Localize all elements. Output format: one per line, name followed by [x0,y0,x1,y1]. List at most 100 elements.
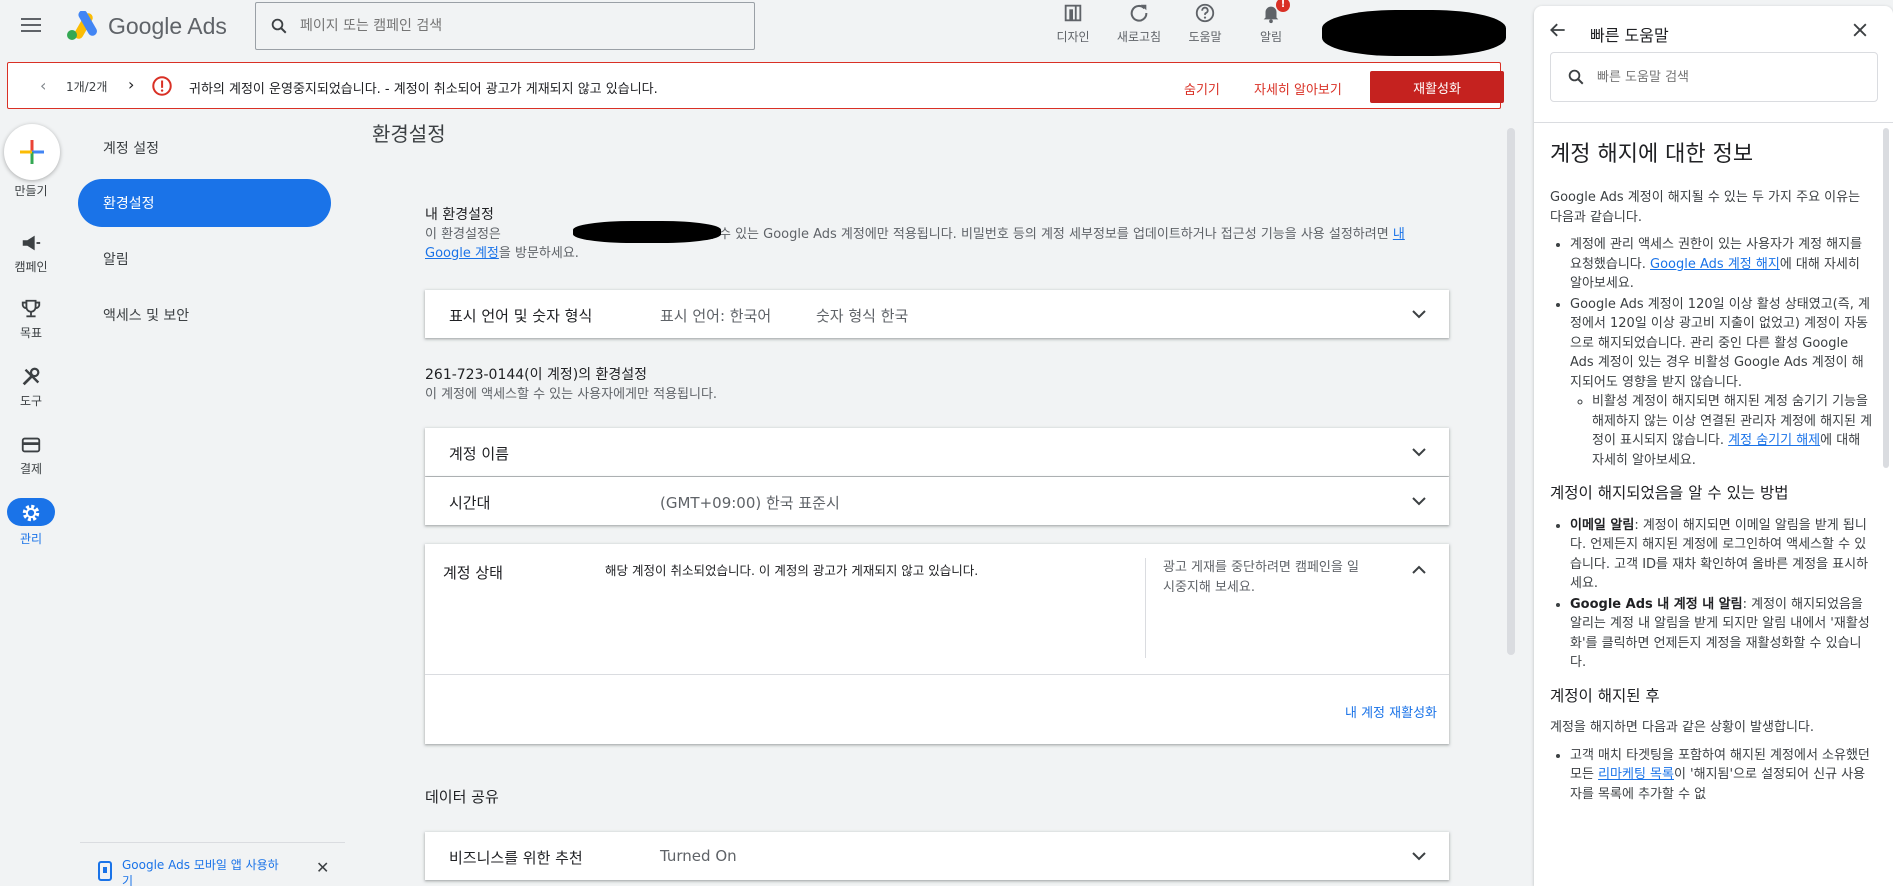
rail-item-campaigns[interactable]: 캠페인 [0,232,62,274]
error-icon [152,76,172,96]
help-icon [1195,3,1215,23]
google-ads-logo-icon [67,11,97,40]
subnav-label: 환경설정 [103,196,155,212]
subnav-item-access-security[interactable]: 액세스 및 보안 [78,291,331,339]
desc-part-a: 이 환경설정은 [425,227,501,242]
alert-message: 귀하의 계정이 운영중지되었습니다. - 계정이 취소되어 광고가 게재되지 않… [189,82,658,97]
credit-card-icon [21,437,41,453]
status-footer-divider [425,674,1449,675]
page-title: 환경설정 [372,122,446,146]
account-status-card: 계정 상태 해당 계정이 취소되었습니다. 이 계정의 광고가 게재되지 않고 … [425,544,1449,744]
search-icon [271,18,287,34]
top-header: Google Ads 디자인 새로고침 도움말 ! 알림 [0,0,1528,56]
rail-label-tools: 도구 [19,394,43,408]
list-item: 비활성 계정이 해지되면 해지된 계정 숨기기 기능을 해제하지 않는 이상 연… [1592,392,1875,470]
notifications-button[interactable]: ! 알림 [1238,0,1304,45]
mobile-app-promo[interactable]: Google Ads 모바일 앱 사용하기 ✕ [80,842,345,886]
notifications-label: 알림 [1259,30,1283,44]
reason2-text: Google Ads 계정이 120일 이상 활성 상태였고(즉, 계정에서 1… [1570,296,1870,390]
chevron-up-icon[interactable] [1411,562,1427,578]
business-recommendations-row[interactable]: 비즈니스를 위한 추천 Turned On [425,832,1449,880]
list-item: 고객 매치 타겟팅을 포함하여 해지된 계정에서 소유했던 모든 리마케팅 목록… [1570,746,1875,805]
refresh-button[interactable]: 새로고침 [1106,2,1172,45]
google-ads-app: Google Ads 디자인 새로고침 도움말 ! 알림 [0,0,1893,886]
header-actions: 디자인 새로고침 도움말 ! 알림 [1040,0,1304,45]
timezone-card[interactable]: 시간대 (GMT+09:00) 한국 표준시 [425,477,1449,525]
cancel-account-link[interactable]: Google Ads 계정 해지 [1650,257,1780,272]
language-format-row[interactable]: 표시 언어 및 숫자 형식 표시 언어: 한국어 숫자 형식 한국 [425,290,1449,338]
redacted-email [573,221,721,243]
alert-learn-more-link[interactable]: 자세히 알아보기 [1254,79,1342,98]
mobile-phone-icon [98,861,112,881]
close-icon[interactable] [1850,20,1870,40]
quick-help-search-input[interactable] [1597,69,1857,85]
help-after-list: 고객 매치 타겟팅을 포함하여 해지된 계정에서 소유했던 모든 리마케팅 목록… [1550,746,1875,805]
subnav-item-notifications[interactable]: 알림 [78,235,331,283]
rail-label-campaigns: 캠페인 [14,260,48,274]
account-name-card[interactable]: 계정 이름 [425,428,1449,476]
timezone-row[interactable]: 시간대 (GMT+09:00) 한국 표준시 [425,477,1449,525]
main-menu-button[interactable] [18,14,44,40]
remarketing-lists-link[interactable]: 리마케팅 목록 [1598,767,1674,782]
help-scrollbar[interactable] [1883,128,1889,468]
chevron-left-icon[interactable]: ‹ [40,76,46,95]
menu-icon-bar [21,30,41,32]
my-preferences-heading: 내 환경설정 [425,207,494,223]
desc-part-b: 서 액세스할 수 있는 Google Ads 계정에만 적용됩니다. 비밀번호 … [650,227,1393,242]
create-label: 만들기 [14,184,48,198]
rail-item-billing[interactable]: 결제 [0,434,62,476]
language-format-card[interactable]: 표시 언어 및 숫자 형식 표시 언어: 한국어 숫자 형식 한국 [425,290,1449,338]
appearance-button[interactable]: 디자인 [1040,2,1106,45]
subnav-item-account-settings[interactable]: 계정 설정 [78,124,331,172]
account-preferences-heading: 261-723-0144(이 계정)의 환경설정 [425,367,648,383]
app-title: Google Ads [108,12,227,39]
google-ads-logo[interactable]: Google Ads [66,11,227,41]
status-divider [1145,558,1146,658]
help-reasons-list: 계정에 관리 액세스 권한이 있는 사용자가 계정 해지를 요청했습니다. Go… [1550,235,1875,470]
account-status-hint: 광고 게재를 중단하려면 캠페인을 일시중지해 보세요. [1163,560,1359,595]
account-name-row[interactable]: 계정 이름 [425,428,1449,476]
number-format-value: 숫자 형식 한국 [816,307,909,325]
page-search[interactable] [255,2,755,50]
chevron-down-icon [1412,852,1426,861]
account-preferences-description: 이 계정에 액세스할 수 있는 사용자에게만 적용됩니다. [425,387,718,402]
search-icon [1568,69,1584,85]
help-after-heading: 계정이 해지된 후 [1550,686,1660,705]
refresh-icon [1130,4,1148,22]
business-recommendations-card[interactable]: 비즈니스를 위한 추천 Turned On [425,832,1449,880]
trophy-icon [21,299,41,318]
help-button[interactable]: 도움말 [1172,2,1238,45]
subnav-label: 액세스 및 보안 [103,308,190,324]
timezone-title: 시간대 [449,494,491,512]
rail-item-goals[interactable]: 목표 [0,298,62,340]
chevron-down-icon [1412,497,1426,506]
menu-icon-bar [21,18,41,20]
arrow-back-icon[interactable] [1548,20,1568,40]
quick-help-panel: 빠른 도움말 계정 해지에 대한 정보 Google Ads 계정이 해지될 수… [1534,6,1893,886]
refresh-label: 새로고침 [1116,30,1162,44]
language-format-title: 표시 언어 및 숫자 형식 [449,307,593,325]
page-search-input[interactable] [300,18,720,34]
reactivate-button[interactable]: 재활성화 [1370,71,1504,103]
chevron-down-icon [1412,448,1426,457]
account-switcher-redacted[interactable] [1322,10,1506,56]
close-icon[interactable]: ✕ [316,858,329,877]
rail-item-tools[interactable]: 도구 [0,366,62,408]
help-intro: Google Ads 계정이 해지될 수 있는 두 가지 주요 이유는 다음과 … [1550,190,1861,225]
main-scrollbar[interactable] [1507,128,1515,655]
quick-help-search[interactable] [1550,52,1878,102]
rail-label-billing: 결제 [19,462,43,476]
reactivate-account-link[interactable]: 내 계정 재활성화 [1345,702,1437,721]
create-button[interactable] [4,124,60,180]
list-item: 이메일 알림: 계정이 해지되면 이메일 알림을 받게 됩니다. 언제든지 해지… [1570,516,1875,594]
data-sharing-heading: 데이터 공유 [425,788,499,806]
unhide-accounts-link[interactable]: 계정 숨기기 해제 [1728,433,1820,448]
business-recommendations-value: Turned On [660,847,737,865]
subnav-item-preferences[interactable]: 환경설정 [78,179,331,227]
alert-hide-link[interactable]: 숨기기 [1184,79,1220,98]
chevron-right-icon[interactable]: › [128,75,134,94]
list-item: Google Ads 내 계정 내 알림: 계정이 해지되었음을 알리는 계정 … [1570,595,1875,673]
rail-item-admin[interactable]: 관리 [0,498,62,546]
my-preferences-description: 이 환경설정은 서 액세스할 수 있는 Google Ads 계정에만 적용됩니다… [425,221,1445,263]
help-article: 계정 해지에 대한 정보 Google Ads 계정이 해지될 수 있는 두 가… [1550,134,1875,886]
